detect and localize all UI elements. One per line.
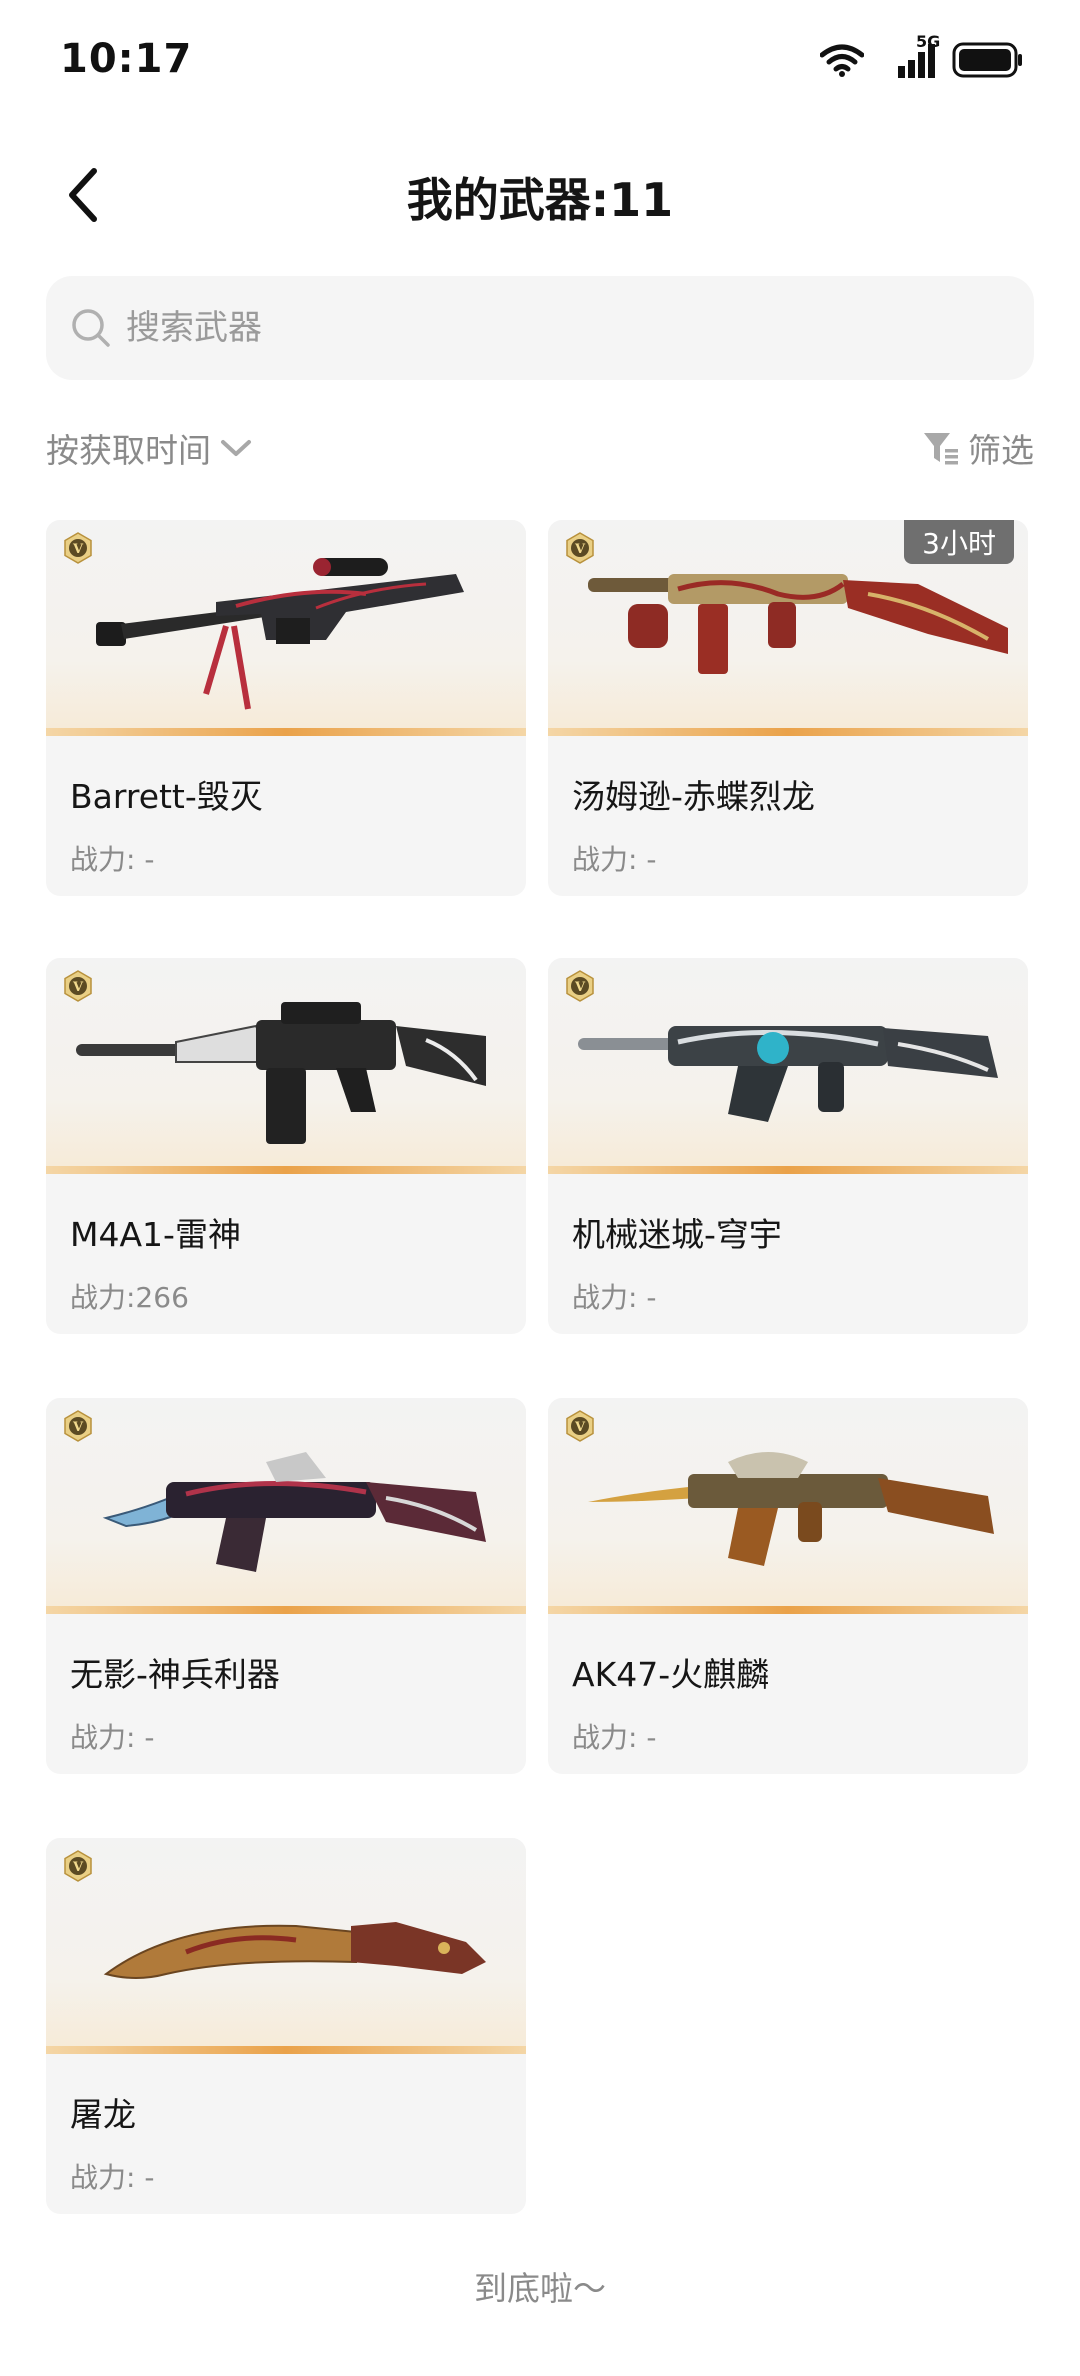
rarity-stripe [548,1166,1028,1174]
knife-icon [103,1922,486,1979]
assault-rifle-icon [588,1452,994,1566]
weapon-card[interactable]: 3小时 汤姆逊-赤蝶烈龙 战力: - [548,520,1028,896]
filter-label: 筛选 [968,431,1034,470]
weapon-power: 战力:266 [70,1281,189,1314]
weapon-name: 汤姆逊-赤蝶烈龙 [572,777,815,816]
battery-icon [952,42,1022,78]
weapon-image-area [548,958,1028,1174]
weapon-image-area [46,958,526,1174]
search-bar[interactable] [46,276,1034,380]
weapon-name: Barrett-毁灭 [70,777,263,816]
rarity-stripe [46,1166,526,1174]
header: 我的武器:11 [0,150,1080,240]
sort-filter-bar: 按获取时间 筛选 [46,424,1034,484]
weapon-image-area [46,520,526,736]
weapon-name: 屠龙 [70,2095,136,2134]
weapon-power: 战力: - [70,843,155,876]
wifi-icon [820,44,864,77]
weapon-image-area [548,1398,1028,1614]
search-input[interactable] [126,308,926,348]
assault-rifle-icon [578,1026,998,1122]
weapon-image-area: 3小时 [548,520,1028,736]
weapon-power: 战力: - [572,1721,657,1754]
weapon-name: M4A1-雷神 [70,1215,241,1254]
end-of-list-text: 到底啦～ [474,2269,606,2308]
weapon-power: 战力: - [572,1281,657,1314]
filter-icon [924,433,958,465]
weapon-power: 战力: - [70,2161,155,2194]
weapon-card[interactable]: 无影-神兵利器 战力: - [46,1398,526,1774]
weapon-card[interactable]: AK47-火麒麟 战力: - [548,1398,1028,1774]
weapon-name: 无影-神兵利器 [70,1655,280,1694]
weapon-name: 机械迷城-穹宇 [572,1215,782,1254]
weapon-card[interactable]: 屠龙 战力: - [46,1838,526,2214]
weapon-name: AK47-火麒麟 [572,1655,770,1694]
weapon-power: 战力: - [572,843,657,876]
rarity-stripe [46,728,526,736]
weapon-image-area [46,1838,526,2054]
status-time: 10:17 [60,36,193,82]
weapon-power: 战力: - [70,1721,155,1754]
filter-button[interactable]: 筛选 [922,424,1034,472]
weapon-card[interactable]: M4A1-雷神 战力:266 [46,958,526,1334]
weapon-card[interactable]: 机械迷城-穹宇 战力: - [548,958,1028,1334]
assault-rifle-icon [102,1452,486,1572]
rarity-stripe [46,2046,526,2054]
rarity-stripe [548,1606,1028,1614]
page-title: 我的武器:11 [406,173,674,227]
signal-icon [898,44,935,78]
search-icon [72,309,110,347]
sort-button[interactable]: 按获取时间 [46,424,253,472]
chevron-down-icon [221,440,251,456]
sniper-rifle-icon [96,558,464,710]
assault-rifle-icon [76,1002,486,1144]
weapons-page: 10:17 5G 我的武器:11 搜索武器 按获取时间 筛选 Barrett-毁… [0,0,1080,2376]
cellular-signal: 5G [878,32,940,80]
status-bar: 10:17 5G [0,0,1080,120]
status-icons: 5G [820,32,1024,80]
rarity-stripe [46,1606,526,1614]
sort-label: 按获取时间 [46,431,211,470]
weapon-image-area [46,1398,526,1614]
submachine-gun-icon [588,574,1008,674]
rarity-stripe [548,728,1028,736]
weapon-card[interactable]: Barrett-毁灭 战力: - [46,520,526,896]
